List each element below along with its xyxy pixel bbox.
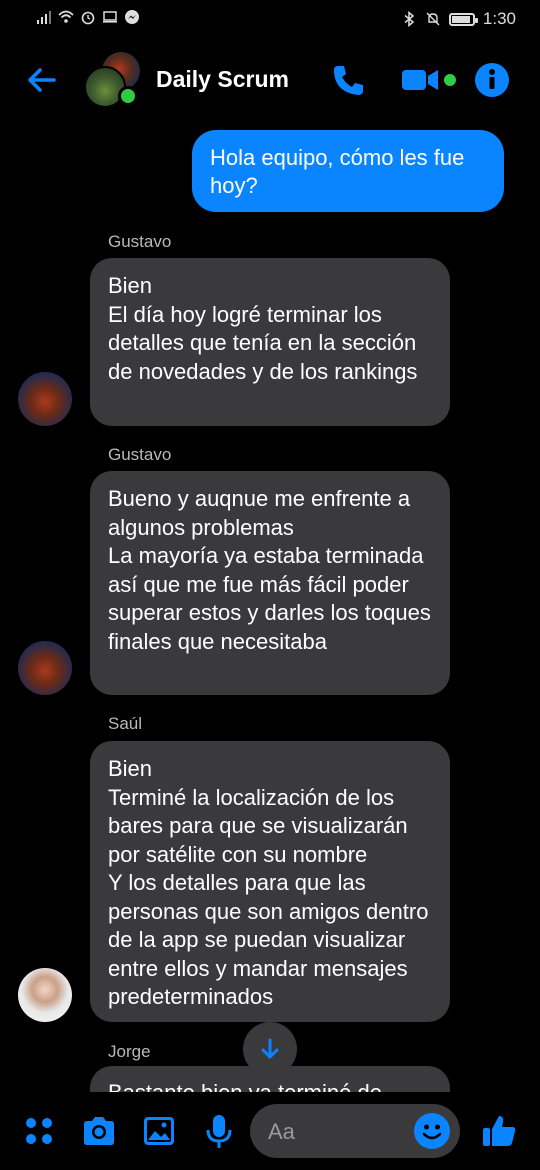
video-active-indicator [444,74,456,86]
battery-level [451,15,470,23]
screen-cast-icon [103,11,117,23]
message-input[interactable]: Aa [250,1104,460,1158]
back-arrow-icon[interactable] [24,62,60,98]
message-text: Bastante bien ya terminé de [108,1080,382,1092]
clock-time: 1:30 [482,9,516,28]
phone-icon[interactable] [330,62,366,98]
incoming-message[interactable]: Bueno y auqnue me enfrente a algunos pro… [90,471,450,695]
camera-icon[interactable] [80,1112,118,1150]
incoming-message[interactable]: Bien Terminé la localización de los bare… [90,741,450,1022]
wifi-icon [58,10,74,23]
outgoing-message[interactable]: Hola equipo, cómo les fue hoy? [192,130,504,212]
sender-name: Jorge [108,1042,151,1061]
conversation-header: Daily Scrum [0,40,540,120]
incoming-message[interactable]: Bien El día hoy logré terminar los detal… [90,258,450,426]
composer-bar: Aa [0,1092,540,1170]
sender-avatar[interactable] [18,968,72,1022]
video-camera-icon[interactable] [400,62,440,98]
arrow-down-icon [261,1038,279,1059]
scroll-to-bottom-button[interactable] [243,1022,297,1076]
info-icon[interactable] [474,62,510,98]
sender-name: Saúl [108,714,143,733]
sender-avatar[interactable] [18,372,72,426]
online-indicator [118,86,138,106]
battery-icon [448,12,478,26]
bluetooth-icon [404,11,415,27]
emoji-icon[interactable] [414,1113,450,1149]
sender-name: Gustavo [108,232,172,251]
conversation-title[interactable]: Daily Scrum [156,66,289,93]
messenger-notification-icon [125,10,139,24]
signal-icon [37,11,51,24]
status-bar: 1:30 [0,0,540,40]
message-input-placeholder: Aa [268,1119,295,1144]
microphone-icon[interactable] [200,1112,238,1150]
alarm-icon [81,11,95,25]
gallery-icon[interactable] [140,1112,178,1150]
menu-dots-icon[interactable] [20,1112,58,1150]
group-avatar[interactable] [84,52,140,108]
mute-icon [426,12,440,26]
sender-name: Gustavo [108,445,172,464]
thumbs-up-icon[interactable] [480,1112,518,1150]
sender-avatar[interactable] [18,641,72,695]
